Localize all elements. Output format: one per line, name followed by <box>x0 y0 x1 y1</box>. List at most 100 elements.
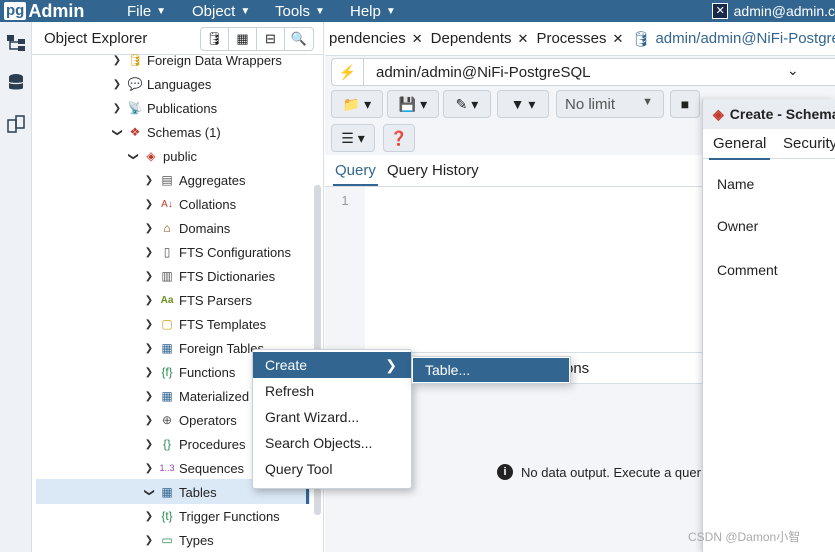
chevron-right-icon[interactable]: ❯ <box>142 415 156 426</box>
tree-node-tables[interactable]: ❯ ▦ Tables <box>142 480 217 504</box>
tree-node-collations[interactable]: ❯ A↓ Collations <box>142 192 236 216</box>
tree-node-fts-configurations[interactable]: ❯ ▯ FTS Configurations <box>142 240 291 264</box>
view-data-icon[interactable]: ▦ <box>229 28 257 50</box>
connection-selector[interactable]: ⚡ admin/admin@NiFi-PostgreSQL ⌄ <box>331 58 835 86</box>
tree-node-aggregates[interactable]: ❯ ▤ Aggregates <box>142 168 246 192</box>
chevron-down-icon: ▼ <box>156 5 167 17</box>
help-button[interactable]: ❓ <box>383 124 415 152</box>
operator-icon: ⊕ <box>161 413 173 427</box>
tab-label: Processes <box>536 30 607 47</box>
close-icon[interactable]: ✕ <box>612 31 623 47</box>
tree-node-types[interactable]: ❯ ▭ Types <box>142 528 214 552</box>
menu-item-refresh[interactable]: Refresh <box>253 378 411 404</box>
save-file-button[interactable]: 💾 ▾ <box>387 90 439 118</box>
chevron-right-icon[interactable]: ❯ <box>142 367 156 378</box>
tree-node-schemas[interactable]: ❯ ❖ Schemas (1) <box>110 120 221 144</box>
tree-node-materialized[interactable]: ❯ ▦ Materialized <box>142 384 249 408</box>
menu-item-table[interactable]: Table... <box>413 358 569 382</box>
chevron-right-icon[interactable]: ❯ <box>142 391 156 402</box>
search-icon[interactable]: 🔍 <box>285 28 313 50</box>
chevron-right-icon[interactable]: ❯ <box>142 223 156 234</box>
tree-node-procedures[interactable]: ❯ {} Procedures <box>142 432 246 456</box>
schema-icon: ◈ <box>713 105 724 122</box>
filter-button[interactable]: ▼ ▾ <box>497 90 549 118</box>
tree-node-trigger-functions[interactable]: ❯ {t} Trigger Functions <box>142 504 280 528</box>
tree-node-fts-dictionaries[interactable]: ❯ ▥ FTS Dictionaries <box>142 264 275 288</box>
chevron-down-icon[interactable]: ❯ <box>128 149 139 163</box>
chevron-right-icon[interactable]: ❯ <box>142 439 156 450</box>
chevron-right-icon[interactable]: ❯ <box>142 343 156 354</box>
chevron-right-icon[interactable]: ❯ <box>110 79 124 90</box>
chevron-down-icon: ▼ <box>315 5 325 17</box>
tree-node-domains[interactable]: ❯ ⌂ Domains <box>142 216 231 240</box>
field-label-name: Name <box>717 176 755 192</box>
chevron-right-icon[interactable]: ❯ <box>142 295 156 306</box>
menu-object-label: Object <box>192 2 236 20</box>
chevron-right-icon[interactable]: ❯ <box>110 103 124 114</box>
menu-file[interactable]: File ▼ <box>127 0 166 22</box>
chevron-down-icon: ▼ <box>385 5 396 17</box>
aggregate-icon: ▤ <box>161 173 173 187</box>
chevron-right-icon[interactable]: ❯ <box>142 511 156 522</box>
tab-security[interactable]: Security <box>783 135 835 152</box>
caret-down-icon: ▼ <box>642 96 653 108</box>
close-icon[interactable]: ✕ <box>518 31 529 47</box>
dialog-title-bar[interactable]: ◈ Create - Schema <box>703 99 835 129</box>
chevron-right-icon[interactable]: ❯ <box>110 55 124 66</box>
chevron-down-icon[interactable]: ❯ <box>112 125 123 139</box>
tab-processes[interactable]: Processes ✕ <box>532 22 627 56</box>
user-menu[interactable]: admin@admin.c <box>711 0 835 22</box>
tree-node-public[interactable]: ❯ ◈ public <box>126 144 197 168</box>
menu-help[interactable]: Help ▼ <box>350 0 396 22</box>
filter-rows-icon[interactable]: ⊟ <box>257 28 285 50</box>
menu-object[interactable]: Object ▼ <box>192 0 250 22</box>
stop-button[interactable]: ■ <box>670 90 700 118</box>
chevron-right-icon[interactable]: ❯ <box>142 199 156 210</box>
tree-node-label: Procedures <box>179 436 246 452</box>
tree-node-fts-parsers[interactable]: ❯ Aa FTS Parsers <box>142 288 252 312</box>
tab-query[interactable]: Query <box>333 162 378 186</box>
trigger-function-icon: {t} <box>161 509 173 523</box>
publication-icon: 📡 <box>127 101 143 115</box>
menu-item-grant-wizard[interactable]: Grant Wizard... <box>253 404 411 430</box>
tree-node-foreign-data-wrappers[interactable]: ❯ 🛢 Foreign Data Wrappers <box>110 48 282 72</box>
menu-item-search-objects[interactable]: Search Objects... <box>253 430 411 456</box>
macros-button[interactable]: ☰ ▾ <box>331 124 375 152</box>
chevron-down-icon[interactable]: ❯ <box>144 485 155 499</box>
chevron-down-icon[interactable]: ⌄ <box>787 62 799 79</box>
schema-diff-icon[interactable] <box>5 113 27 135</box>
menu-item-query-tool[interactable]: Query Tool <box>253 456 411 482</box>
tab-general[interactable]: General <box>708 135 771 160</box>
tree-node-label: Aggregates <box>179 172 246 188</box>
tab-dependencies[interactable]: pendencies ✕ <box>325 22 427 56</box>
tab-dependents[interactable]: Dependents ✕ <box>427 22 533 56</box>
chevron-right-icon[interactable]: ❯ <box>142 247 156 258</box>
tree-node-foreign-tables[interactable]: ❯ ▦ Foreign Tables <box>142 336 264 360</box>
type-icon: ▭ <box>161 533 173 547</box>
tree-node-languages[interactable]: ❯ 💬 Languages <box>110 72 212 96</box>
tree-node-label: FTS Configurations <box>179 244 291 260</box>
limit-select[interactable]: No limit ▼ <box>556 90 664 118</box>
tree-node-operators[interactable]: ❯ ⊕ Operators <box>142 408 237 432</box>
tree-node-publications[interactable]: ❯ 📡 Publications <box>110 96 217 120</box>
limit-value: No limit <box>565 96 616 113</box>
chevron-right-icon[interactable]: ❯ <box>142 319 156 330</box>
database-icon[interactable] <box>5 72 27 94</box>
tab-query-history[interactable]: Query History <box>387 162 479 179</box>
chevron-right-icon[interactable]: ❯ <box>142 271 156 282</box>
chevron-right-icon[interactable]: ❯ <box>142 463 156 474</box>
menu-tools[interactable]: Tools ▼ <box>275 0 325 22</box>
chevron-right-icon[interactable]: ❯ <box>142 535 156 546</box>
tree-node-sequences[interactable]: ❯ 1..3 Sequences <box>142 456 244 480</box>
tab-query-tool[interactable]: 🛢 admin/admin@NiFi-Postgre <box>627 22 835 56</box>
tree-node-functions[interactable]: ❯ {f} Functions <box>142 360 236 384</box>
tree-node-fts-templates[interactable]: ❯ ▢ FTS Templates <box>142 312 266 336</box>
connection-status-icon[interactable]: ⚡ <box>332 59 364 85</box>
menu-item-create[interactable]: Create ❯ <box>253 352 411 378</box>
object-explorer-icon[interactable] <box>5 32 27 54</box>
edit-button[interactable]: ✎ ▾ <box>443 90 491 118</box>
close-icon[interactable]: ✕ <box>412 31 423 47</box>
chevron-right-icon[interactable]: ❯ <box>142 175 156 186</box>
open-file-button[interactable]: 📁 ▾ <box>331 90 383 118</box>
query-tool-icon[interactable]: 🛢 <box>201 28 229 50</box>
